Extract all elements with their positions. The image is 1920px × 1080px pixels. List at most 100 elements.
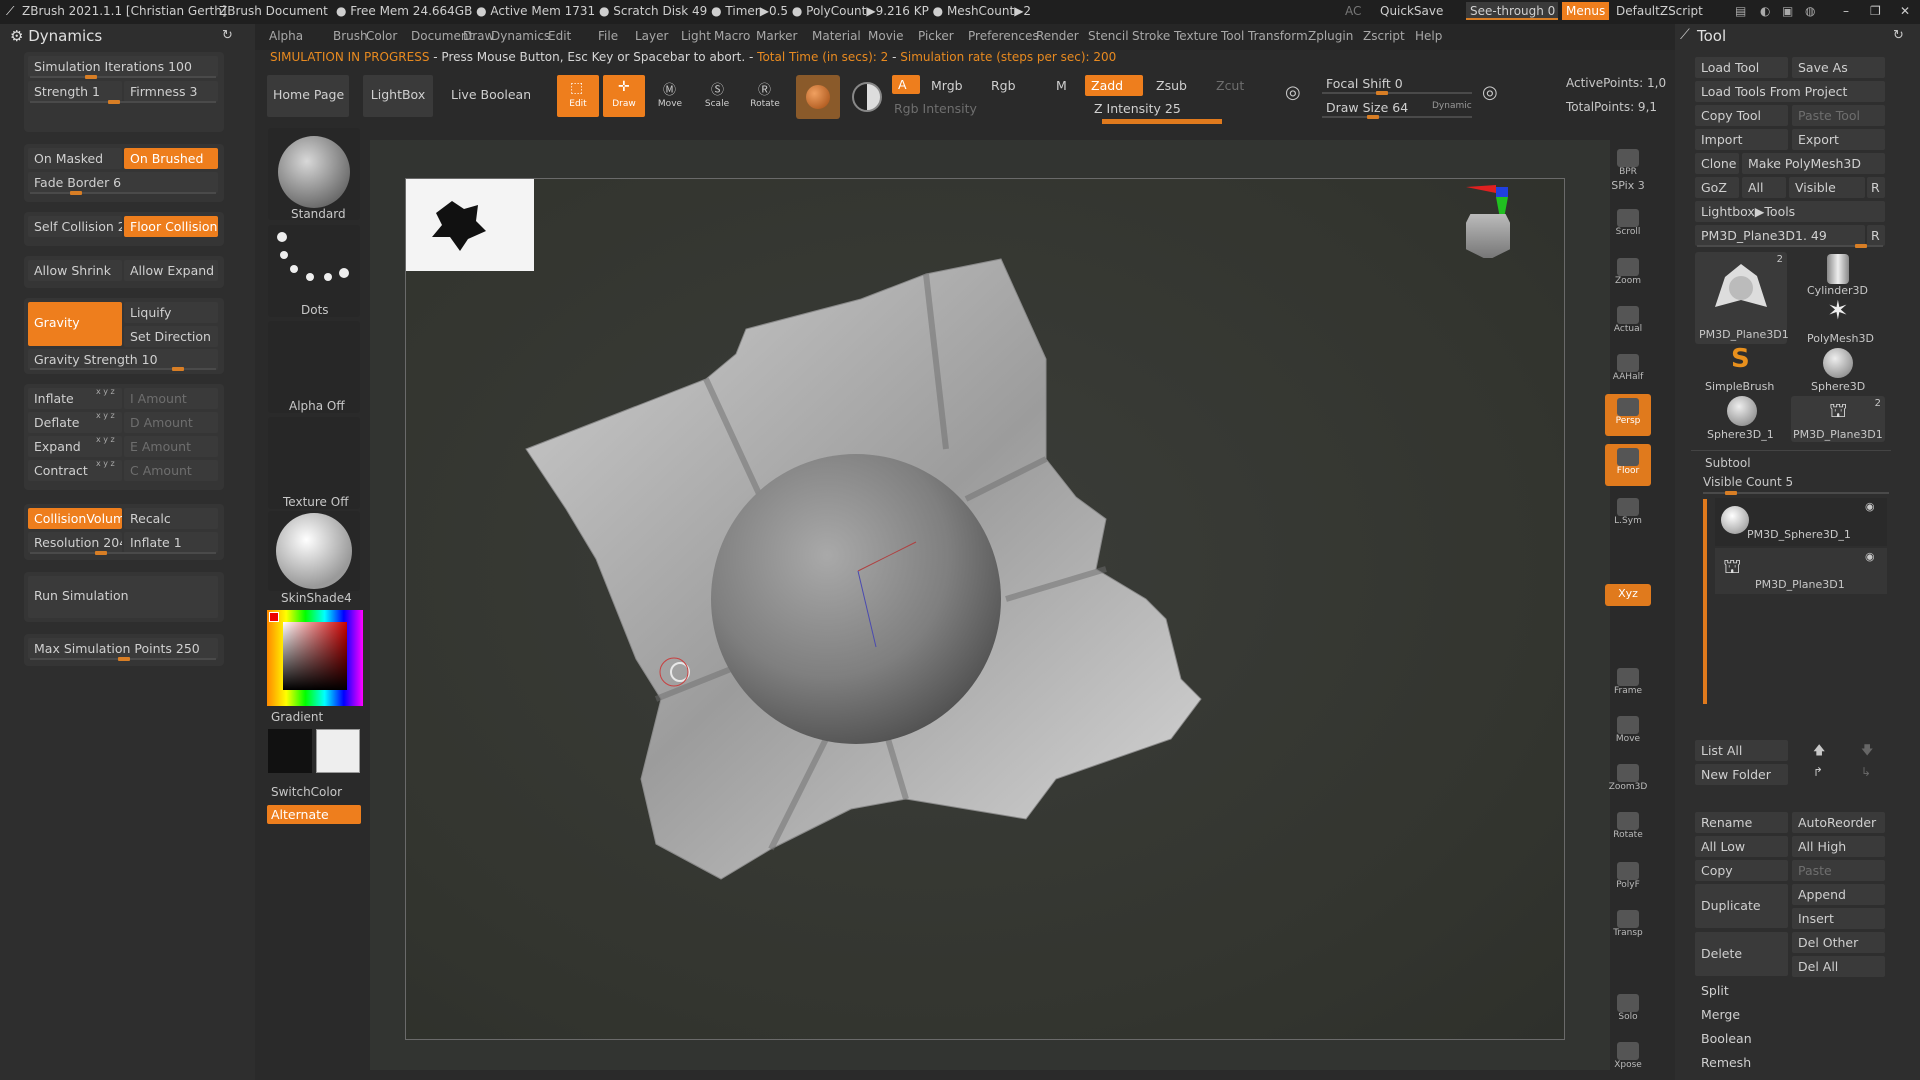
c-amount-slider[interactable]: C Amount	[124, 460, 218, 481]
tool-thumb-pm3d-plane-2[interactable]: ⛫ 2 PM3D_Plane3D1	[1791, 396, 1885, 442]
all-button[interactable]: All	[1742, 177, 1786, 198]
focal-thumb[interactable]	[1376, 91, 1388, 95]
focal-s-icon[interactable]: ◎	[1285, 82, 1301, 103]
maximize-icon[interactable]: ❐	[1870, 4, 1881, 18]
strength-thumb[interactable]	[108, 100, 120, 104]
rotate-view-button[interactable]: Rotate	[1605, 808, 1651, 850]
color-picker[interactable]	[267, 610, 363, 706]
subtool-eye-icon-2[interactable]: ◉	[1865, 550, 1875, 563]
menu-stencil[interactable]: Stencil	[1088, 29, 1129, 43]
material-swatch[interactable]	[796, 75, 840, 119]
menu-zplugin[interactable]: Zplugin	[1308, 29, 1353, 43]
tool-thumb-sphere3d[interactable]: Sphere3D	[1791, 348, 1885, 394]
menu-marker[interactable]: Marker	[756, 29, 797, 43]
collision-volume-button[interactable]: CollisionVolume	[28, 508, 122, 529]
menu-help[interactable]: Help	[1415, 29, 1442, 43]
menu-picker[interactable]: Picker	[918, 29, 954, 43]
fade-border-thumb[interactable]	[70, 191, 82, 195]
current-tool-r-button[interactable]: R	[1867, 225, 1885, 246]
gravity-strength-slider[interactable]: Gravity Strength 10	[28, 349, 218, 370]
visible-count-thumb[interactable]	[1725, 491, 1737, 495]
live-boolean-button[interactable]: Live Boolean	[445, 75, 530, 117]
alternate-button[interactable]: Alternate	[267, 805, 361, 824]
allow-expand-button[interactable]: Allow Expand	[124, 260, 218, 281]
scroll-view-button[interactable]: Scroll	[1605, 205, 1651, 247]
menu-stroke[interactable]: Stroke	[1132, 29, 1170, 43]
spix-view-button[interactable]: SPix 3	[1605, 176, 1651, 198]
rgb-button[interactable]: Rgb	[985, 75, 1025, 96]
menu-macro[interactable]: Macro	[714, 29, 750, 43]
run-simulation-button[interactable]: Run Simulation	[28, 576, 218, 618]
gravity-button[interactable]: Gravity	[28, 302, 122, 346]
paste-tool-button[interactable]: Paste Tool	[1792, 105, 1885, 126]
menu-file[interactable]: File	[598, 29, 618, 43]
contract-xyz[interactable]: x y z	[96, 459, 115, 468]
persp-view-button[interactable]: Persp	[1605, 394, 1651, 436]
zcut-button[interactable]: Zcut	[1210, 75, 1260, 96]
subtool-item-plane[interactable]: ⛫ ◉ PM3D_Plane3D1	[1715, 548, 1887, 594]
fade-border-slider[interactable]: Fade Border 6	[28, 172, 218, 193]
zoom3d-view-button[interactable]: Zoom3D	[1605, 760, 1651, 802]
color-picker-sv[interactable]	[283, 622, 347, 690]
subtool-item-sphere[interactable]: ◉ PM3D_Sphere3D_1	[1715, 498, 1887, 546]
viewport[interactable]	[405, 178, 1565, 1040]
append-button[interactable]: Append	[1792, 884, 1885, 905]
actual-view-button[interactable]: Actual	[1605, 302, 1651, 344]
refresh-icon[interactable]: ↻	[222, 28, 233, 43]
menu-transform[interactable]: Transform	[1248, 29, 1308, 43]
remesh-menu[interactable]: Remesh	[1695, 1052, 1885, 1073]
on-masked-button[interactable]: On Masked	[28, 148, 122, 169]
set-direction-button[interactable]: Set Direction	[124, 326, 218, 347]
frame-view-button[interactable]: Frame	[1605, 664, 1651, 706]
sim-iter-thumb[interactable]	[85, 75, 97, 79]
autoreorder-button[interactable]: AutoReorder	[1792, 812, 1885, 833]
see-through-slider[interactable]: See-through 0	[1466, 2, 1558, 20]
menu-zscript[interactable]: Zscript	[1363, 29, 1405, 43]
goz-button[interactable]: GoZ	[1695, 177, 1739, 198]
resolution-slider[interactable]: Resolution 2048	[28, 532, 122, 553]
m-button[interactable]: M	[1050, 75, 1080, 96]
menu-color[interactable]: Color	[366, 29, 397, 43]
duplicate-button[interactable]: Duplicate	[1695, 884, 1788, 928]
menu-render[interactable]: Render	[1036, 29, 1079, 43]
folder-move-icon[interactable]: ↱	[1813, 765, 1823, 779]
tool-thumb-sphere3d-1[interactable]: Sphere3D_1	[1695, 396, 1789, 442]
subtool-header[interactable]: Subtool	[1705, 456, 1751, 470]
color-mode-icon[interactable]	[852, 82, 882, 112]
tool-thumb-polymesh3d[interactable]: ✶ PolyMesh3D	[1791, 296, 1885, 346]
arrow-up-icon[interactable]: 🡅	[1813, 741, 1825, 762]
polyf-view-button[interactable]: PolyF	[1605, 858, 1651, 900]
secondary-color-swatch[interactable]	[268, 729, 312, 773]
del-all-button[interactable]: Del All	[1792, 956, 1885, 977]
color-picker-marker[interactable]	[269, 612, 279, 622]
menu-brush[interactable]: Brush	[333, 29, 368, 43]
copy-subtool-button[interactable]: Copy	[1695, 860, 1788, 881]
inflate-xyz[interactable]: x y z	[96, 387, 115, 396]
on-brushed-button[interactable]: On Brushed	[124, 148, 218, 169]
material-thumb[interactable]	[268, 511, 360, 591]
close-icon[interactable]: ✕	[1900, 4, 1910, 18]
list-all-button[interactable]: List All	[1695, 740, 1788, 761]
xpose-view-button[interactable]: Xpose	[1605, 1038, 1651, 1080]
max-sim-thumb[interactable]	[118, 657, 130, 661]
merge-menu[interactable]: Merge	[1695, 1004, 1885, 1025]
aahalf-view-button[interactable]: AAHalf	[1605, 350, 1651, 392]
firmness-slider[interactable]: Firmness 3	[124, 81, 218, 102]
transp-view-button[interactable]: Transp	[1605, 906, 1651, 948]
goz-r-button[interactable]: R	[1867, 177, 1885, 198]
menu-alpha[interactable]: Alpha	[269, 29, 303, 43]
insert-button[interactable]: Insert	[1792, 908, 1885, 929]
paste-subtool-button[interactable]: Paste	[1792, 860, 1885, 881]
clone-button[interactable]: Clone	[1695, 153, 1739, 174]
simulation-iterations-slider[interactable]: Simulation Iterations 100	[28, 56, 218, 77]
lsym-view-button[interactable]: L.Sym	[1605, 494, 1651, 536]
liquify-button[interactable]: Liquify	[124, 302, 218, 323]
menu-preferences[interactable]: Preferences	[968, 29, 1039, 43]
default-zscript-button[interactable]: DefaultZScript	[1616, 4, 1703, 18]
max-simulation-points-slider[interactable]: Max Simulation Points 250	[28, 638, 218, 659]
current-tool-slider[interactable]: PM3D_Plane3D1. 49	[1695, 225, 1865, 246]
menu-texture[interactable]: Texture	[1174, 29, 1218, 43]
tool-thumb-pm3d-plane[interactable]: 2 PM3D_Plane3D1	[1695, 252, 1789, 344]
move-view-button[interactable]: Move	[1605, 712, 1651, 754]
rename-button[interactable]: Rename	[1695, 812, 1788, 833]
